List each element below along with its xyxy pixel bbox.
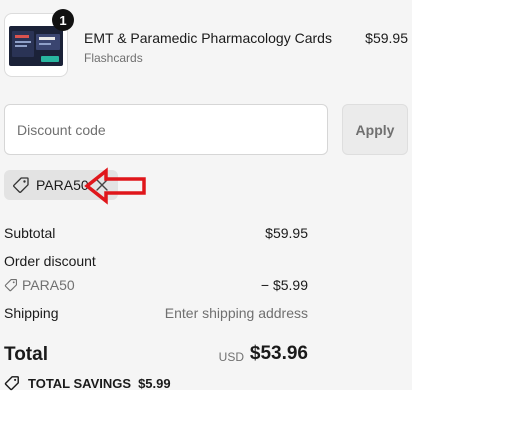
subtotal-value: $59.95 — [265, 225, 308, 241]
discount-code-line: PARA50 — [4, 277, 75, 293]
total-savings: TOTAL SAVINGS $5.99 — [4, 375, 171, 391]
product-price: $59.95 — [365, 30, 408, 46]
shipping-label: Shipping — [4, 305, 59, 321]
product-subtitle: Flashcards — [84, 51, 143, 65]
savings-label: TOTAL SAVINGS — [28, 375, 132, 391]
total-value: $53.96 — [249, 343, 308, 364]
total-label: Total — [4, 344, 48, 365]
tag-icon — [4, 376, 19, 391]
discount-value: − $5.99 — [260, 277, 308, 293]
total-currency: USD — [218, 350, 244, 364]
discount-code-text: PARA50 — [22, 277, 75, 293]
order-discount-label: Order discount — [4, 253, 96, 269]
tag-icon — [4, 279, 17, 292]
apply-button[interactable]: Apply — [342, 104, 408, 155]
order-summary-panel: 1 EMT & Paramedic Pharmacology Cards Fla… — [0, 0, 412, 391]
tag-icon — [13, 177, 29, 193]
shipping-value: Enter shipping address — [164, 305, 308, 321]
applied-code-label: PARA50 — [36, 177, 89, 193]
product-image — [9, 26, 63, 66]
arrow-left-icon — [84, 167, 146, 205]
savings-value: $5.99 — [138, 375, 171, 391]
discount-code-input[interactable] — [4, 104, 328, 155]
product-title: EMT & Paramedic Pharmacology Cards — [84, 30, 332, 46]
quantity-badge: 1 — [52, 9, 74, 31]
subtotal-label: Subtotal — [4, 225, 56, 241]
